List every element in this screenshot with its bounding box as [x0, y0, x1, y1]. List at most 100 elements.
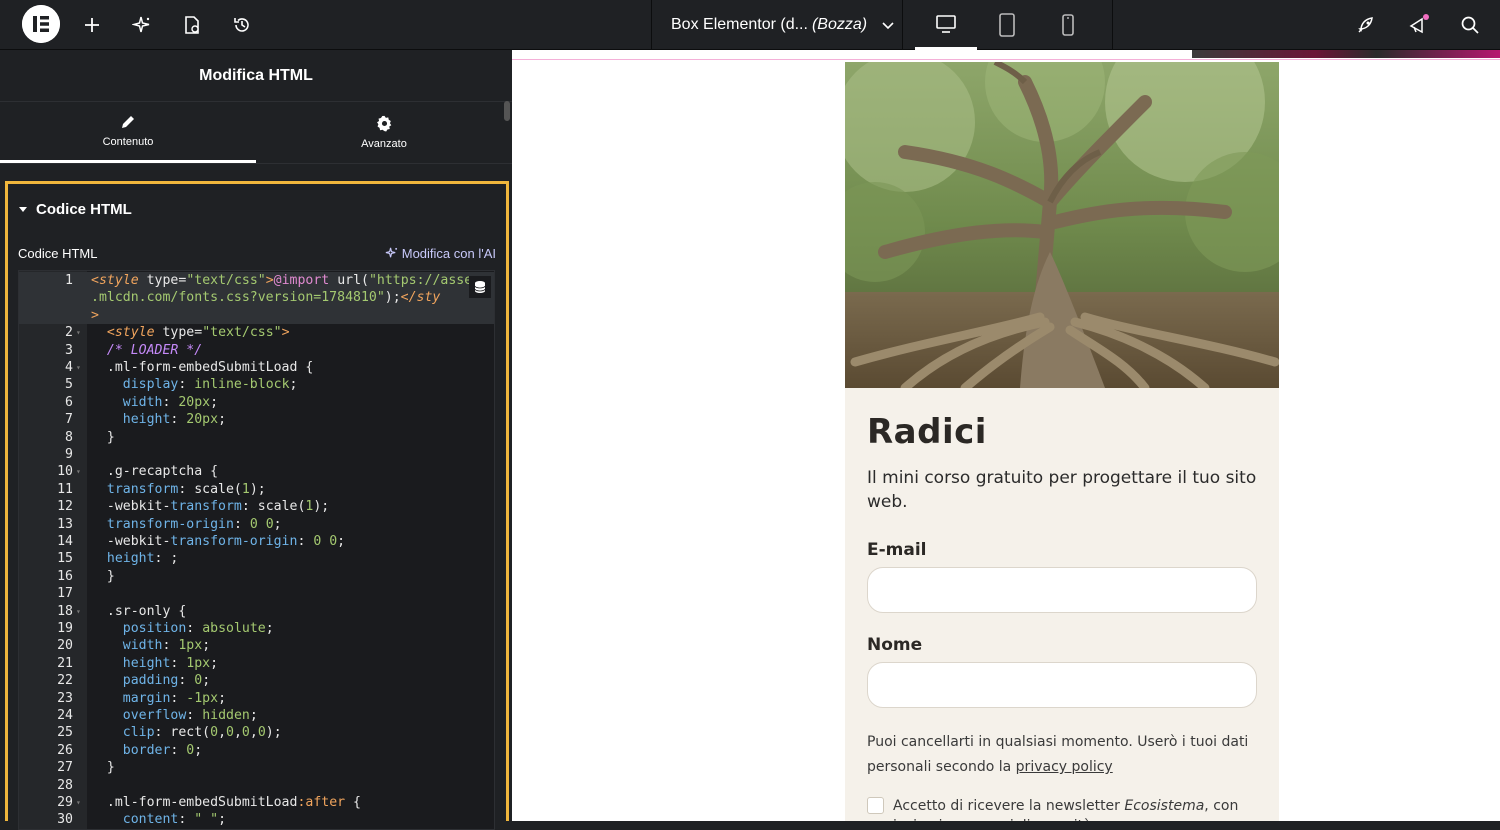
line-number: 21: [57, 655, 73, 671]
code-line[interactable]: 25 clip: rect(0,0,0,0);: [19, 724, 494, 741]
code-line[interactable]: 2 ▾ <style type="text/css">: [19, 324, 494, 341]
code-line[interactable]: 16 }: [19, 568, 494, 585]
code-line[interactable]: >: [19, 306, 494, 325]
code-line[interactable]: 8 }: [19, 429, 494, 446]
mobile-view-button[interactable]: [1037, 0, 1099, 50]
code-text: content: " ";: [122, 812, 227, 828]
mobile-icon: [1062, 14, 1074, 36]
code-line[interactable]: 11 transform: scale(1);: [19, 481, 494, 498]
code-text: }: [91, 568, 115, 584]
desktop-view-button[interactable]: [915, 0, 977, 50]
database-icon[interactable]: [469, 276, 491, 298]
page-settings-icon[interactable]: [180, 13, 204, 37]
code-line[interactable]: 18 ▾ .sr-only {: [19, 603, 494, 620]
fold-arrow-icon[interactable]: ▾: [76, 324, 81, 341]
code-text: margin: -1px;: [122, 690, 227, 706]
code-line[interactable]: 26 border: 0;: [19, 742, 494, 759]
preview-top-strip: [512, 50, 1500, 60]
line-number: 30: [57, 812, 73, 828]
search-icon[interactable]: [1458, 13, 1482, 37]
code-line[interactable]: 21 height: 1px;: [19, 655, 494, 672]
rocket-icon[interactable]: [1354, 13, 1378, 37]
banner-image: [1192, 50, 1500, 58]
code-line[interactable]: .mlcdn.com/fonts.css?version=1784810");<…: [19, 289, 494, 307]
line-number: 19: [57, 621, 73, 636]
code-text: width: 20px;: [122, 394, 219, 410]
name-label: Nome: [867, 635, 923, 655]
section-header[interactable]: Codice HTML: [8, 184, 506, 234]
code-line[interactable]: 10 ▾ .g-recaptcha {: [19, 463, 494, 480]
code-line[interactable]: 14 -webkit-transform-origin: 0 0;: [19, 533, 494, 550]
code-text: .g-recaptcha {: [91, 464, 219, 480]
edit-with-ai-label: Modifica con l'AI: [401, 246, 496, 261]
code-text: width: 1px;: [122, 638, 211, 654]
line-number: 16: [57, 568, 73, 584]
ai-sparkle-icon: [385, 247, 397, 258]
line-number: 24: [57, 708, 73, 723]
fold-arrow-icon[interactable]: ▾: [76, 794, 81, 811]
line-number: 15: [57, 551, 73, 567]
fold-arrow-icon[interactable]: ▾: [76, 603, 81, 620]
tablet-view-button[interactable]: [976, 0, 1038, 50]
code-line[interactable]: 27 }: [19, 759, 494, 776]
tab-contenuto[interactable]: Contenuto: [0, 102, 256, 163]
code-line[interactable]: 17: [19, 585, 494, 602]
elementor-logo-icon[interactable]: [22, 5, 60, 43]
code-editor[interactable]: 1 <style type="text/css">@import url("htt…: [18, 270, 495, 830]
edit-with-ai-link[interactable]: Modifica con l'AI: [385, 246, 496, 261]
code-line[interactable]: 15 height: ;: [19, 550, 494, 567]
panel-tabs: Contenuto Avanzato: [0, 102, 512, 164]
gear-icon: [376, 115, 391, 132]
name-field[interactable]: [867, 662, 1257, 708]
tree-roots-photo: [845, 62, 1279, 388]
code-text: <style type="text/css">@import url("http…: [91, 273, 473, 288]
notifications-megaphone-icon[interactable]: [1407, 13, 1431, 37]
code-line[interactable]: 3 /* LOADER */: [19, 342, 494, 359]
line-number: 4: [65, 360, 73, 375]
code-line[interactable]: 12 -webkit-transform: scale(1);: [19, 498, 494, 515]
code-line[interactable]: 24 overflow: hidden;: [19, 707, 494, 724]
history-icon[interactable]: [230, 13, 254, 37]
newsletter-checkbox[interactable]: [867, 797, 884, 814]
ai-sparkle-icon[interactable]: [130, 13, 154, 37]
code-line[interactable]: 9: [19, 446, 494, 463]
panel-scrollbar[interactable]: [504, 101, 510, 121]
code-text: padding: 0;: [122, 673, 211, 689]
privacy-policy-link[interactable]: privacy policy: [1016, 759, 1113, 775]
line-number: 5: [65, 377, 73, 393]
fold-arrow-icon[interactable]: ▾: [76, 359, 81, 376]
add-element-icon[interactable]: [80, 13, 104, 37]
code-line[interactable]: 1 <style type="text/css">@import url("htt…: [19, 272, 494, 290]
code-line[interactable]: 23 margin: -1px;: [19, 690, 494, 707]
newsletter-consent: Accetto di ricevere la newsletter Ecosis…: [867, 796, 1257, 821]
code-line[interactable]: 5 display: inline-block;: [19, 376, 494, 393]
document-status: (Bozza): [811, 16, 868, 33]
form-subtitle: Il mini corso gratuito per progettare il…: [867, 468, 1257, 512]
section-title: Codice HTML: [36, 200, 132, 218]
code-line[interactable]: 19 position: absolute;: [19, 620, 494, 637]
code-line[interactable]: 13 transform-origin: 0 0;: [19, 516, 494, 533]
code-line[interactable]: 28: [19, 777, 494, 794]
line-number: 6: [65, 394, 73, 410]
email-field[interactable]: [867, 567, 1257, 613]
line-number: 13: [57, 516, 73, 532]
signup-card: Radici Il mini corso gratuito per proget…: [845, 62, 1279, 821]
line-number: 22: [57, 673, 73, 689]
code-line[interactable]: 30 content: " ";: [19, 811, 494, 828]
fold-arrow-icon[interactable]: ▾: [76, 463, 81, 480]
code-line[interactable]: 6 width: 20px;: [19, 394, 494, 411]
tab-avanzato[interactable]: Avanzato: [256, 102, 512, 163]
desktop-icon: [936, 14, 956, 33]
code-line[interactable]: 22 padding: 0;: [19, 672, 494, 689]
line-number: 2: [65, 325, 73, 341]
code-line[interactable]: 29 ▾ .ml-form-embedSubmitLoad:after {: [19, 794, 494, 811]
code-line[interactable]: 20 width: 1px;: [19, 637, 494, 654]
document-selector[interactable]: Box Elementor (d... (Bozza): [651, 0, 903, 50]
line-number: 8: [65, 429, 73, 445]
newsletter-consent-label: Accetto di ricevere la newsletter Ecosis…: [893, 796, 1257, 821]
line-number: 10: [57, 464, 73, 480]
code-line[interactable]: 7 height: 20px;: [19, 411, 494, 428]
code-text: >: [91, 307, 99, 323]
code-line[interactable]: 4 ▾ .ml-form-embedSubmitLoad {: [19, 359, 494, 376]
panel-title: Modifica HTML: [0, 50, 512, 102]
